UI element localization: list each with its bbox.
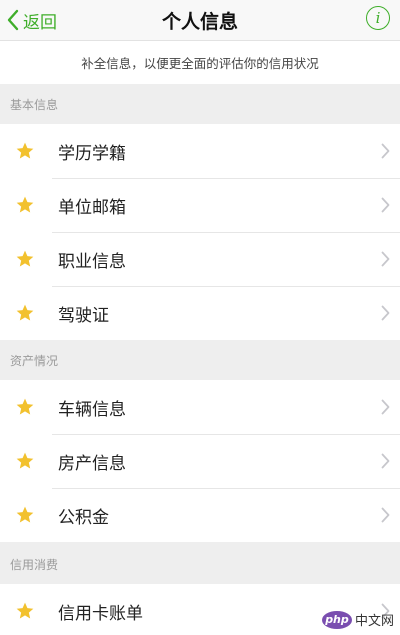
navbar: 返回 个人信息 i xyxy=(0,0,400,40)
star-icon xyxy=(14,302,36,324)
hint-banner: 补全信息，以便更全面的评估你的信用状况 xyxy=(0,40,400,84)
star-icon xyxy=(14,194,36,216)
list-item-label: 职业信息 xyxy=(58,251,126,272)
chevron-right-icon xyxy=(381,507,390,523)
chevron-right-icon xyxy=(381,251,390,267)
list-item-label: 驾驶证 xyxy=(58,305,109,326)
list-item-work-email[interactable]: 单位邮箱 xyxy=(0,178,400,232)
section-list-assets: 车辆信息 房产信息 公积金 xyxy=(0,380,400,542)
php-logo: php xyxy=(321,610,352,629)
section-header-assets: 资产情况 xyxy=(10,353,59,368)
back-label: 返回 xyxy=(23,12,57,33)
star-icon xyxy=(14,396,36,418)
section-header-basic: 基本信息 xyxy=(10,97,59,112)
chevron-right-icon xyxy=(381,399,390,415)
watermark-text: 中文网 xyxy=(354,614,394,629)
chevron-left-icon xyxy=(7,9,19,31)
back-button[interactable]: 返回 xyxy=(6,0,57,40)
list-item-label: 房产信息 xyxy=(58,453,126,474)
list-item-driver-license[interactable]: 驾驶证 xyxy=(0,286,400,340)
list-item-label: 公积金 xyxy=(58,507,109,528)
list-item-label: 信用卡账单 xyxy=(58,603,143,624)
section-list-basic: 学历学籍 单位邮箱 职业信息 驾驶证 xyxy=(0,124,400,340)
chevron-right-icon xyxy=(381,453,390,469)
star-icon xyxy=(14,600,36,622)
chevron-right-icon xyxy=(381,305,390,321)
section-header-credit: 信用消费 xyxy=(10,557,59,572)
star-icon xyxy=(14,504,36,526)
watermark: php 中文网 xyxy=(321,610,394,629)
star-icon xyxy=(14,140,36,162)
chevron-right-icon xyxy=(381,143,390,159)
list-item-occupation[interactable]: 职业信息 xyxy=(0,232,400,286)
star-icon xyxy=(14,248,36,270)
info-icon[interactable]: i xyxy=(366,6,390,30)
list-item-label: 学历学籍 xyxy=(58,143,126,164)
list-item-vehicle[interactable]: 车辆信息 xyxy=(0,380,400,434)
list-item-label: 单位邮箱 xyxy=(58,197,126,218)
star-icon xyxy=(14,450,36,472)
chevron-right-icon xyxy=(381,197,390,213)
list-item-education[interactable]: 学历学籍 xyxy=(0,124,400,178)
list-item-label: 车辆信息 xyxy=(58,399,126,420)
page-title: 个人信息 xyxy=(161,10,238,33)
list-item-property[interactable]: 房产信息 xyxy=(0,434,400,488)
list-item-housing-fund[interactable]: 公积金 xyxy=(0,488,400,542)
